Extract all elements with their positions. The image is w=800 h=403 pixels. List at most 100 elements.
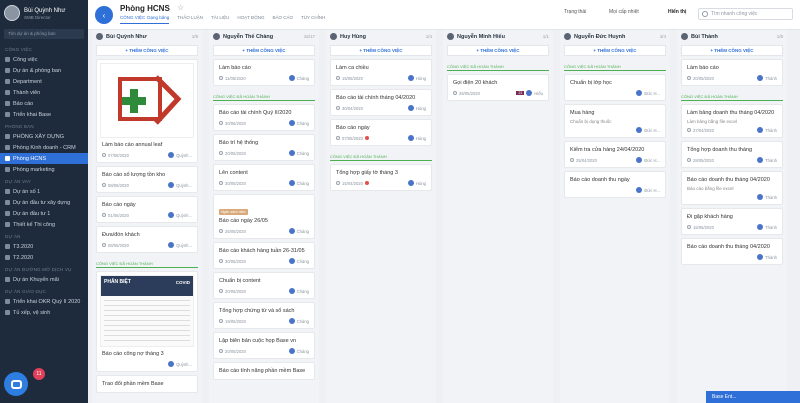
task-card[interactable]: Tổng hợp doanh thu tháng 28/05/2020 Thành bbox=[681, 141, 783, 168]
task-card[interactable]: Trao đổi phần mềm Base bbox=[96, 375, 198, 393]
card-title: Chuẩn bị content bbox=[219, 278, 261, 284]
task-card[interactable]: Gọi điện 20 khách 26/05/2020 21 Hiếu bbox=[447, 74, 549, 101]
task-card[interactable]: Báo cáo khách hàng tuần 26-31/05 30/05/20… bbox=[213, 242, 315, 269]
tab-5[interactable]: Tùy chỉnh bbox=[301, 15, 325, 24]
task-card[interactable]: Báo cáo tính năng phần mềm Base bbox=[213, 362, 315, 380]
clock-icon bbox=[687, 158, 691, 162]
avatar bbox=[757, 157, 764, 163]
column-title: Nguyễn Minh Hiếu bbox=[457, 33, 505, 40]
task-card[interactable]: Ngân sách năm Báo cáo ngày 26/05 26/05/202… bbox=[213, 194, 315, 239]
task-card[interactable]: Bảo trì hệ thống 20/05/2020 Chàng bbox=[213, 134, 315, 161]
card-title: Làm báo cáo bbox=[219, 65, 251, 71]
sidebar-item[interactable]: Phòng marketing bbox=[0, 164, 88, 175]
card-assignee: Đức H... bbox=[636, 157, 660, 163]
clock-icon bbox=[219, 289, 223, 293]
sidebar-item[interactable]: T2.2020 bbox=[0, 252, 88, 263]
sidebar-item[interactable]: Dự án số 1 bbox=[0, 186, 88, 197]
sidebar-item[interactable]: Thiết kế Thi công bbox=[0, 219, 88, 230]
sidebar-item-label: Tủ xếp, vệ sinh bbox=[13, 309, 51, 316]
tab-3[interactable]: Hoạt động bbox=[237, 15, 264, 24]
sidebar-search-input[interactable]: Tìm dự án & phòng ban bbox=[4, 29, 84, 39]
task-card[interactable]: Lên content 30/05/2020 Chàng bbox=[213, 164, 315, 191]
alert-icon bbox=[364, 136, 369, 140]
folder-icon bbox=[5, 90, 10, 95]
add-task-button[interactable]: + THÊM CÔNG VIỆC bbox=[330, 45, 432, 56]
star-icon[interactable]: ☆ bbox=[177, 3, 184, 12]
card-date: 26/05/2020 bbox=[459, 90, 480, 96]
assignee-name: Hiếu bbox=[534, 90, 543, 96]
level-filter[interactable]: Mọi cấp nhiệt bbox=[609, 9, 639, 15]
sidebar-item[interactable]: Thành viên bbox=[0, 87, 88, 98]
card-title: Báo cáo doanh thu tháng 04/2020 bbox=[687, 177, 770, 183]
view-filter[interactable]: Hiển thị bbox=[668, 9, 686, 15]
sidebar-item[interactable]: Dự án & phòng ban bbox=[0, 65, 88, 76]
status-filter[interactable]: Trạng thái bbox=[564, 9, 586, 15]
task-card[interactable]: Đi gặp khách hàng 15/05/2020 Thành bbox=[681, 208, 783, 235]
add-task-button[interactable]: + THÊM CÔNG VIỆC bbox=[681, 45, 783, 56]
task-card[interactable]: Báo cáo tài chính tháng 04/2020 30/04/202… bbox=[330, 89, 432, 116]
tab-4[interactable]: Báo cáo bbox=[273, 15, 294, 24]
task-card[interactable]: Làm báo cáo 11/05/2020 Chàng bbox=[213, 59, 315, 86]
task-card[interactable]: Báo cáo doanh thu tháng 04/2020 Thành bbox=[681, 238, 783, 265]
clock-icon bbox=[102, 183, 106, 187]
card-assignee: Hùng bbox=[407, 180, 426, 186]
sidebar-item[interactable]: Triển khai OKR Quý II 2020 bbox=[0, 296, 88, 307]
task-card[interactable]: Làm báo cáo 20/05/2020 Thành bbox=[681, 59, 783, 86]
task-card[interactable]: Chuẩn bị lớp học Đức H... bbox=[564, 74, 666, 101]
sidebar-item[interactable]: T3.2020 bbox=[0, 241, 88, 252]
avatar bbox=[168, 242, 175, 248]
task-card[interactable]: Chuẩn bị content 20/05/2020 Chàng bbox=[213, 272, 315, 299]
tab-0[interactable]: Công việc Dạng bảng bbox=[120, 15, 170, 24]
sidebar-item[interactable]: Công việc bbox=[0, 54, 88, 65]
sidebar-item[interactable]: Triển khai Base bbox=[0, 109, 88, 120]
sidebar-item[interactable]: Dự án Khuyến mãi bbox=[0, 274, 88, 285]
task-card[interactable]: Đưa/đón khách 08/05/2020 Quỳnh... bbox=[96, 226, 198, 253]
add-task-button[interactable]: + THÊM CÔNG VIỆC bbox=[564, 45, 666, 56]
sidebar-item[interactable]: PHÒNG XÂY DỰNG bbox=[0, 131, 88, 142]
add-task-button[interactable]: + THÊM CÔNG VIỆC bbox=[96, 45, 198, 56]
task-card[interactable]: Làm báo cáo annual leaf 07/06/2020 Quỳnh..… bbox=[96, 59, 198, 163]
task-card[interactable]: Báo cáo số lượng tồn kho 08/06/2020 Quỳnh.… bbox=[96, 166, 198, 193]
chat-button[interactable] bbox=[4, 372, 28, 396]
task-card[interactable]: Báo cáo doanh thu ngày Đức H... bbox=[564, 171, 666, 198]
task-card[interactable]: Báo cáo doanh thu tháng 04/2020 Báo cáo b… bbox=[681, 171, 783, 205]
task-card[interactable]: PHÂN BIỆT COVID Báo cáo công nợ tháng 3 Quỳ… bbox=[96, 271, 198, 372]
tab-label: Hoạt động bbox=[237, 15, 265, 20]
task-card[interactable]: Lập biên bản cuộc họp Base vn 20/05/2020 C… bbox=[213, 332, 315, 359]
assignee-name: Quỳnh... bbox=[176, 242, 192, 248]
task-card[interactable]: Tổng hợp giấy tờ tháng 3 15/04/2020 Hùng bbox=[330, 164, 432, 191]
add-task-button[interactable]: + THÊM CÔNG VIỆC bbox=[213, 45, 315, 56]
sidebar-item[interactable]: Dự án đầu tư xây dựng bbox=[0, 197, 88, 208]
task-card[interactable]: Báo cáo tài chính Quý II/2020 30/06/2020 C… bbox=[213, 104, 315, 131]
column-title: Nguyễn Thế Chàng bbox=[223, 33, 274, 40]
task-card[interactable]: Làm bảng doanh thu tháng 04/2020 Làm bảng… bbox=[681, 104, 783, 138]
sidebar-item[interactable]: Phòng Kinh doanh - CRM bbox=[0, 142, 88, 153]
sidebar-item[interactable]: Phòng HCNS bbox=[0, 153, 88, 164]
assignee-name: Đức H... bbox=[644, 187, 660, 193]
sidebar-item[interactable]: Dự án đầu tư 1 bbox=[0, 208, 88, 219]
column-title: Bùi Quỳnh Như bbox=[106, 33, 147, 40]
sidebar-item-label: T3.2020 bbox=[13, 243, 34, 250]
search-input[interactable]: Tìm nhanh công việc bbox=[698, 8, 793, 20]
task-card[interactable]: Làm ca chiều 15/05/2020 Hùng bbox=[330, 59, 432, 86]
task-card[interactable]: Tổng hợp chứng từ và sổ sách 19/05/2020 Ch… bbox=[213, 302, 315, 329]
add-task-button[interactable]: + THÊM CÔNG VIỆC bbox=[447, 45, 549, 56]
tab-1[interactable]: Thảo luận bbox=[177, 15, 203, 24]
card-assignee: Đức H... bbox=[636, 187, 660, 193]
floating-panel-button[interactable]: Base Ent... bbox=[706, 391, 800, 403]
sidebar-item[interactable]: Department bbox=[0, 76, 88, 87]
card-date: 30/04/2020 bbox=[342, 105, 363, 111]
card-date: 08/05/2020 bbox=[108, 242, 129, 248]
task-card[interactable]: Mua hàng Chuẩn bị dụng thuốc Đức H... bbox=[564, 104, 666, 138]
sidebar-item[interactable]: Báo cáo bbox=[0, 98, 88, 109]
sidebar-item[interactable]: Tủ xếp, vệ sinh bbox=[0, 307, 88, 318]
card-date: 20/05/2020 bbox=[693, 75, 714, 81]
avatar bbox=[288, 258, 295, 264]
card-meta: 15/05/2020 Thành bbox=[687, 224, 777, 230]
card-date: 15/04/2020 bbox=[342, 180, 363, 186]
task-card[interactable]: Báo cáo ngày 01/06/2020 Quỳnh... bbox=[96, 196, 198, 223]
sidebar-user[interactable]: Bùi Quỳnh Như SMB Director bbox=[0, 0, 88, 26]
tab-2[interactable]: Tài liệu bbox=[211, 15, 229, 24]
task-card[interactable]: Kiểm tra cửa hàng 24/04/2020 25/04/2020 Đứ… bbox=[564, 141, 666, 168]
task-card[interactable]: Báo cáo ngày 07/05/2020 Hùng bbox=[330, 119, 432, 146]
